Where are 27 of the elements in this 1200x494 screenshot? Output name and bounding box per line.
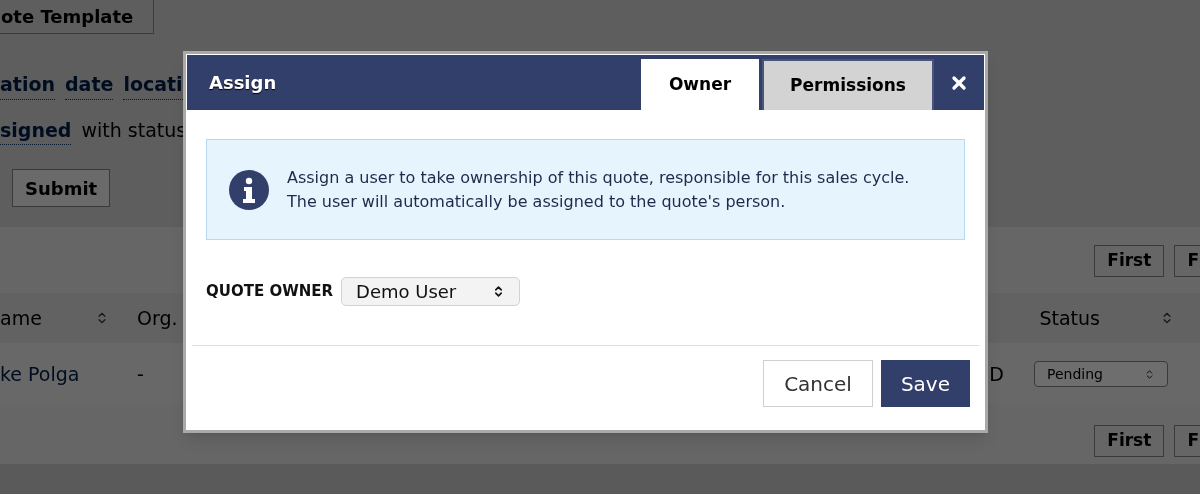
dialog-title: Assign: [209, 71, 277, 95]
tab[interactable]: Owner: [640, 59, 760, 110]
filter-link[interactable]: locati: [123, 70, 183, 100]
cancel-button[interactable]: Cancel: [763, 360, 873, 407]
owner-select[interactable]: Demo User: [341, 277, 521, 306]
status-select[interactable]: Pending: [1034, 361, 1168, 387]
table-cell-text: ke Polga: [0, 361, 81, 387]
column-header[interactable]: Org.: [137, 303, 178, 333]
column-header[interactable]: Status: [1039, 303, 1100, 333]
pager-button[interactable]: First: [1094, 245, 1165, 277]
field-label: QUOTE OWNER: [206, 281, 334, 303]
pager-button[interactable]: F: [1174, 245, 1200, 277]
filter-link[interactable]: ation: [0, 70, 55, 100]
pager-button[interactable]: F: [1174, 425, 1200, 457]
info-text: Assign a user to take ownership of this quote, responsible for this sales cycle. The user will automatically be assigned to the quote's person.: [287, 166, 911, 213]
table-cell-text: -: [137, 361, 144, 387]
tab[interactable]: Permissions: [762, 59, 934, 110]
table-cell-text: D: [989, 361, 1004, 387]
info-icon: [229, 169, 269, 210]
pager-button[interactable]: First: [1094, 425, 1165, 457]
save-button[interactable]: Save: [880, 360, 970, 407]
submit-button[interactable]: Submit: [12, 169, 111, 207]
column-header[interactable]: ame: [0, 303, 42, 333]
filter-link[interactable]: date: [65, 70, 114, 100]
select-arrows-icon: [1144, 368, 1155, 380]
assigned-link[interactable]: signed: [0, 115, 72, 145]
template-button[interactable]: ote Template: [0, 0, 155, 34]
